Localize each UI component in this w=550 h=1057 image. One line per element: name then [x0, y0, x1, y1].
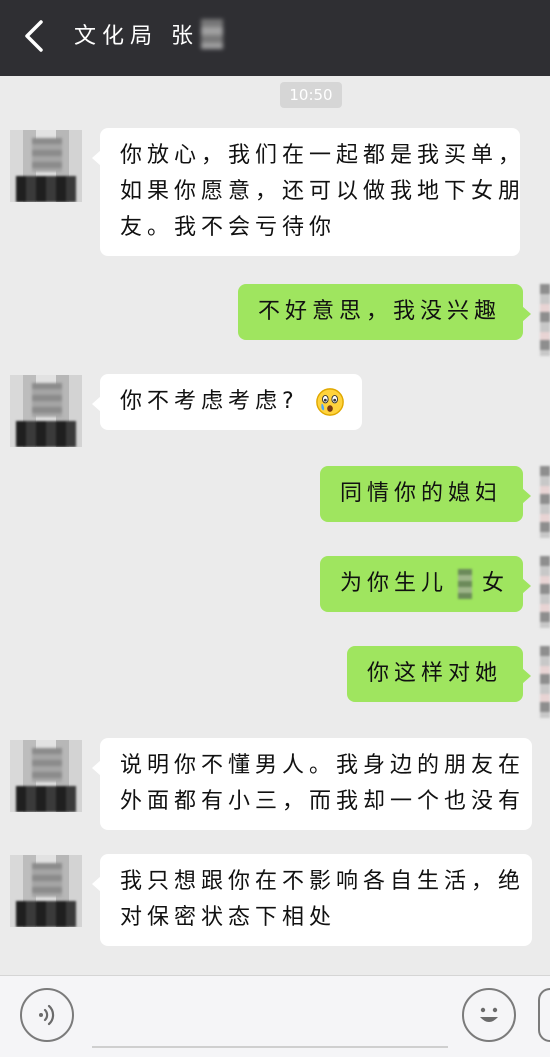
chat-header: 文化局 张	[0, 0, 550, 76]
crying-face-emoji	[315, 388, 344, 416]
self-avatar-edge[interactable]	[540, 284, 550, 356]
avatar-blur-head	[32, 748, 62, 782]
chat-title: 文化局 张	[74, 24, 199, 49]
message-bubble-outgoing[interactable]: 不好意思，我没兴趣	[238, 284, 531, 340]
message-line: 我只想跟你在不影响各自生活，绝	[120, 869, 526, 894]
message-bubble-incoming[interactable]: 你不考虑考虑?	[92, 374, 362, 430]
self-avatar-edge[interactable]	[540, 466, 550, 538]
message-bubble-outgoing[interactable]: 为你生儿 女	[320, 556, 531, 612]
message-text: 同情你的媳妇	[340, 481, 503, 506]
message-bubble-outgoing[interactable]: 同情你的媳妇	[320, 466, 531, 522]
message-input[interactable]	[92, 986, 448, 1048]
emoji-smiley-icon	[480, 1007, 498, 1022]
contact-avatar[interactable]	[10, 130, 82, 202]
avatar-blur-head	[32, 138, 62, 172]
timestamp-text: 10:50	[289, 86, 333, 104]
message-line: 说明你不懂男人。我身边的朋友在	[120, 753, 526, 778]
message-bubble-incoming[interactable]: 说明你不懂男人。我身边的朋友在 外面都有小三，而我却一个也没有	[92, 738, 532, 830]
message-line: 如果你愿意，还可以做我地下女朋	[120, 179, 526, 204]
back-button[interactable]	[14, 14, 54, 58]
contact-avatar[interactable]	[10, 855, 82, 927]
avatar-blur-head	[32, 383, 62, 417]
contact-avatar[interactable]	[10, 740, 82, 812]
input-bar	[0, 975, 550, 1057]
message-bubble-incoming[interactable]: 我只想跟你在不影响各自生活，绝 对保密状态下相处	[92, 854, 532, 946]
message-text: 你不考虑考虑?	[120, 389, 299, 414]
name-censor-blur	[201, 19, 223, 49]
message-line: 友。我不会亏待你	[120, 215, 337, 240]
self-avatar-edge[interactable]	[540, 646, 550, 718]
avatar-blur-head	[32, 863, 62, 897]
avatar-blur-body	[16, 421, 76, 447]
message-line: 对保密状态下相处	[120, 905, 337, 930]
emoji-button[interactable]	[462, 988, 516, 1042]
message-text: 你这样对她	[367, 661, 503, 686]
text-censor-blur	[458, 569, 473, 599]
message-text: 不好意思，我没兴趣	[258, 299, 502, 324]
self-avatar-edge[interactable]	[540, 556, 550, 628]
avatar-blur-body	[16, 176, 76, 202]
timestamp-chip: 10:50	[280, 82, 342, 108]
message-text-after: 女	[482, 571, 510, 596]
message-line: 你放心，我们在一起都是我买单，	[120, 143, 526, 168]
more-actions-button[interactable]	[538, 988, 550, 1042]
voice-icon	[39, 1004, 55, 1026]
back-chevron-icon	[25, 20, 43, 52]
avatar-blur-body	[16, 786, 76, 812]
avatar-blur-body	[16, 901, 76, 927]
message-bubble-outgoing[interactable]: 你这样对她	[347, 646, 531, 702]
message-line: 外面都有小三，而我却一个也没有	[120, 789, 526, 814]
message-text-before: 为你生儿	[340, 571, 449, 596]
chat-title-wrap: 文化局 张	[74, 18, 223, 50]
voice-button[interactable]	[20, 988, 74, 1042]
message-bubble-incoming[interactable]: 你放心，我们在一起都是我买单， 如果你愿意，还可以做我地下女朋 友。我不会亏待你	[92, 128, 526, 256]
contact-avatar[interactable]	[10, 375, 82, 447]
